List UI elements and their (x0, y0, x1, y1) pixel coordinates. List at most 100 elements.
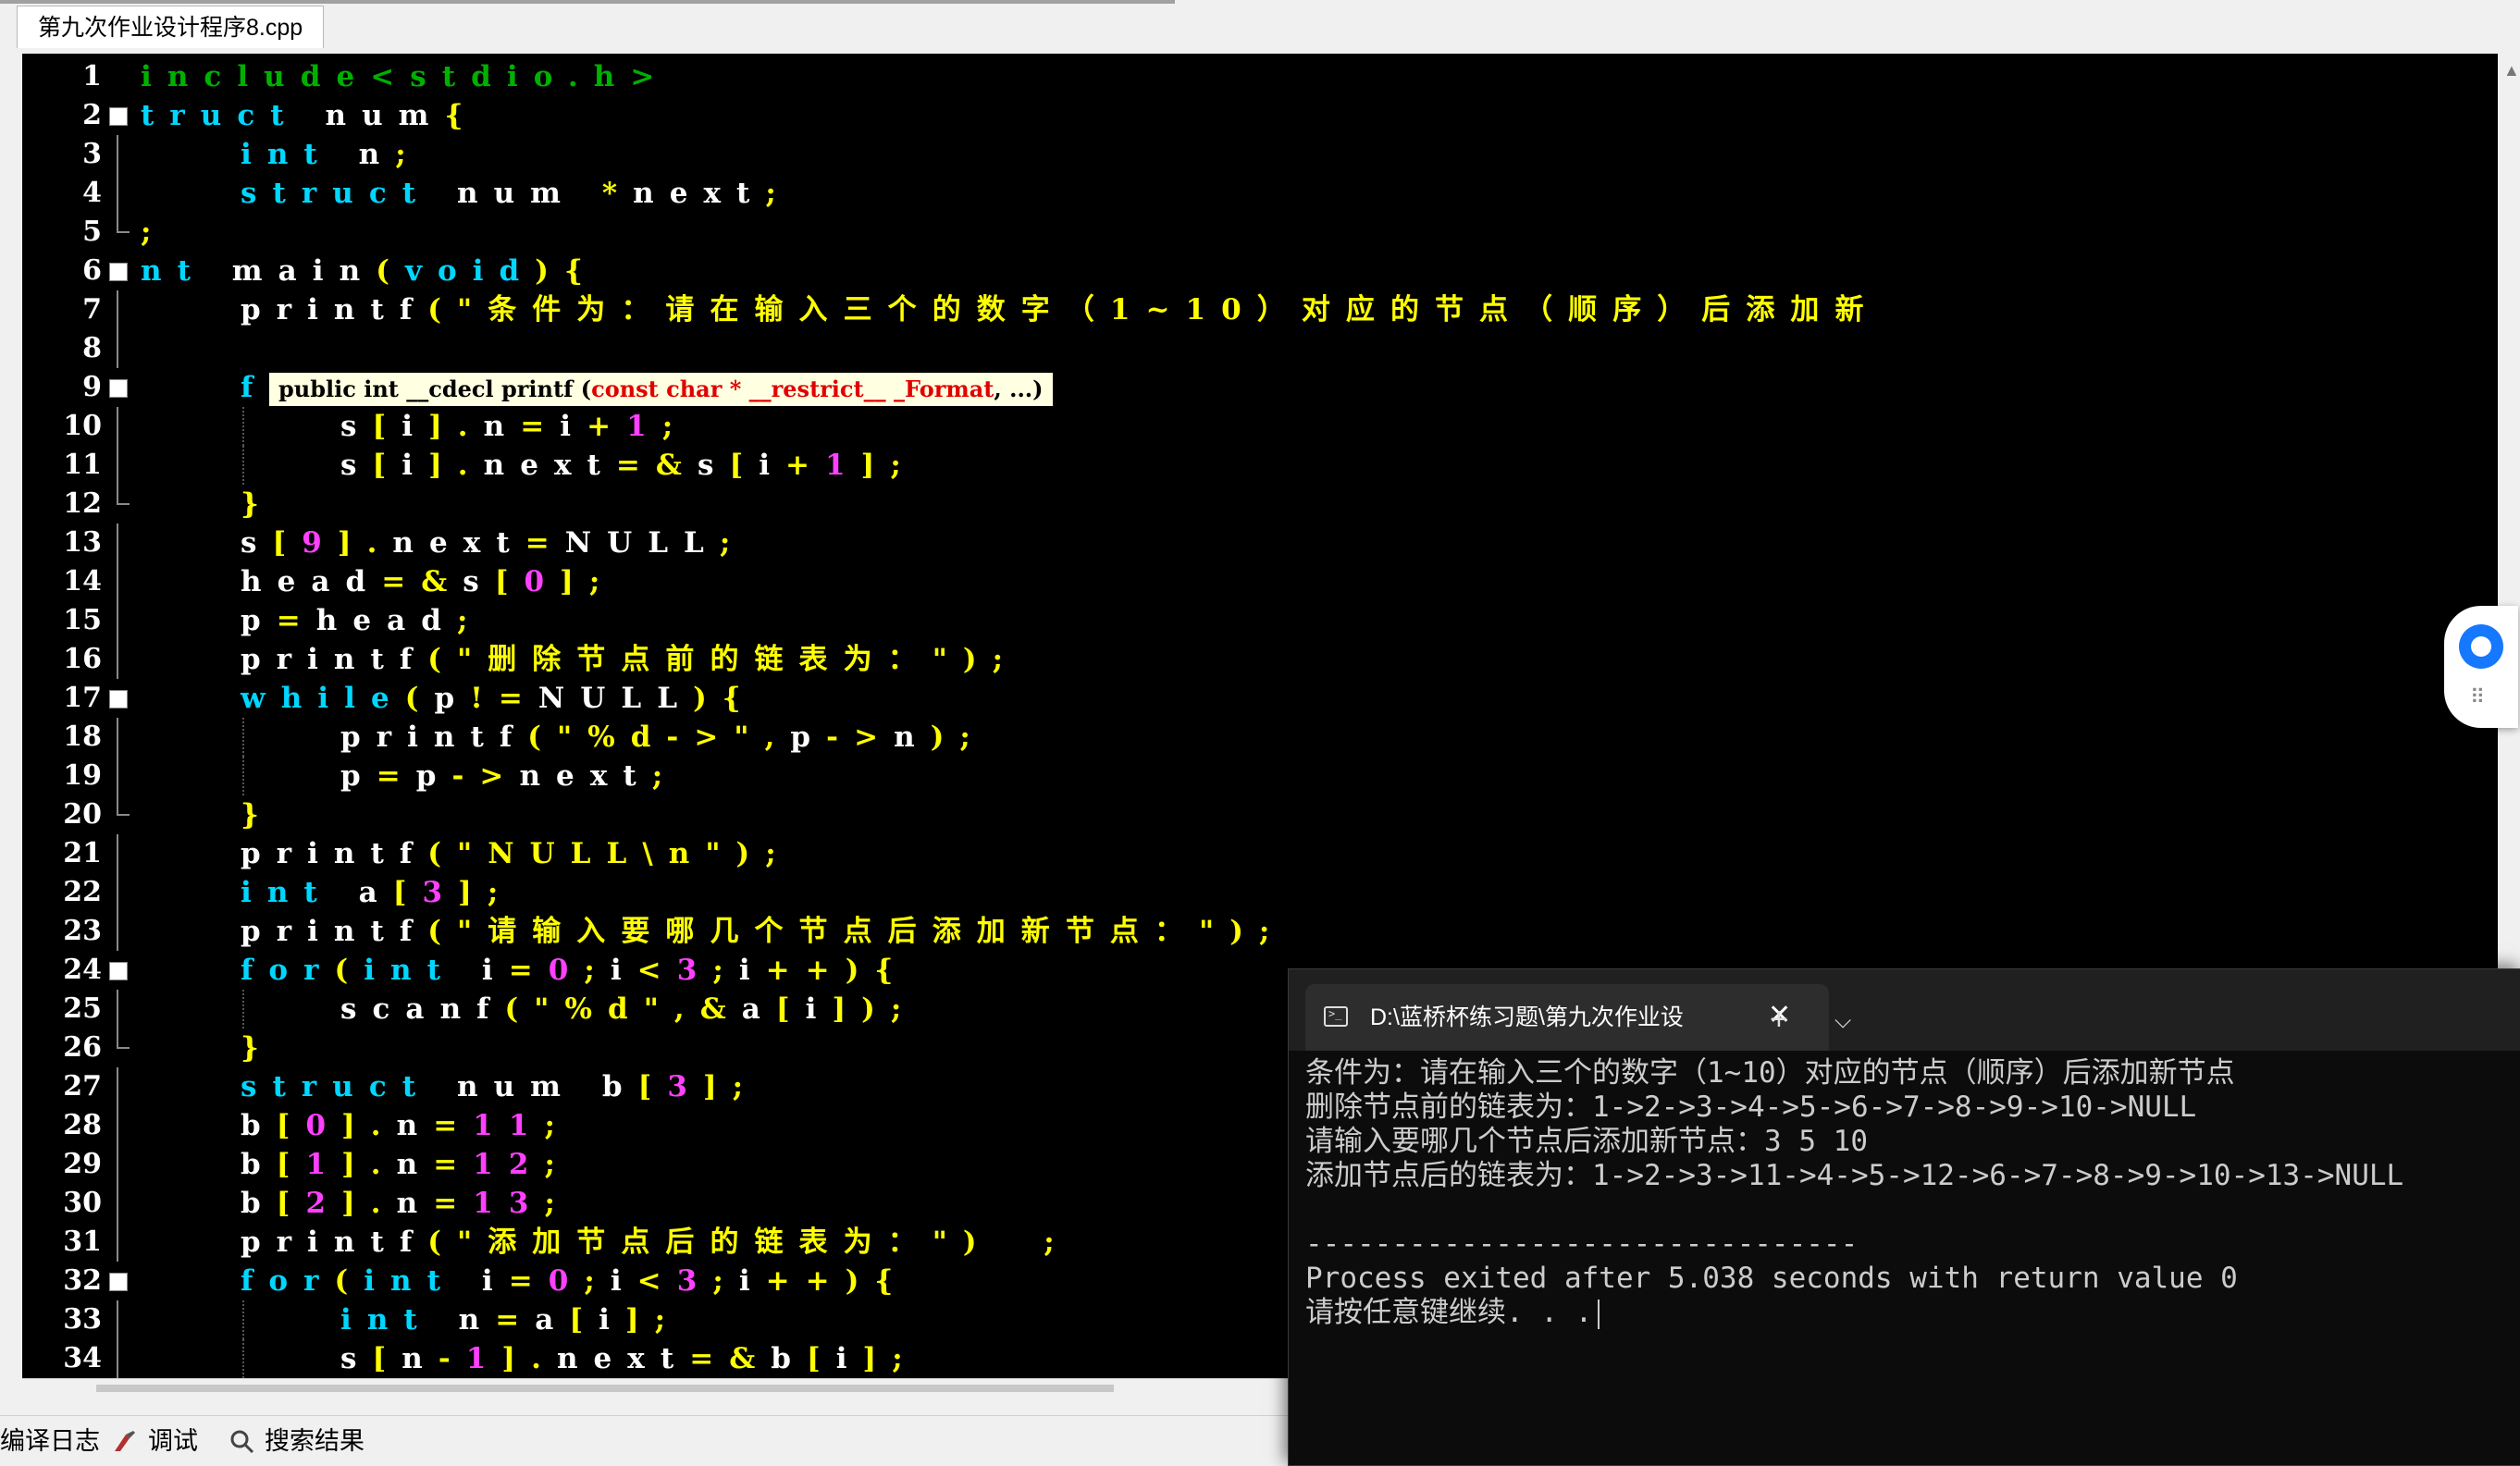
code-token: ]. (341, 1109, 397, 1142)
code-line[interactable]: 11 s[i].next=&s[i+1]; (22, 446, 2498, 485)
code-token: i (738, 954, 766, 987)
tab-debug[interactable]: 调试 (111, 1422, 198, 1460)
assistant-icon[interactable] (2459, 624, 2503, 669)
code-line[interactable]: 3 int n; (22, 135, 2498, 174)
new-tab-button[interactable]: + (1770, 1001, 1788, 1038)
code-token: [ (372, 410, 402, 443)
code-token: ]. (341, 1187, 397, 1220)
code-token: = (376, 759, 416, 793)
drag-grip-icon[interactable]: ⠿ (2470, 685, 2485, 709)
code-line[interactable]: 17 while(p!=NULL){ (22, 679, 2498, 718)
code-text: nt main(void){ (141, 252, 599, 290)
code-token: i (610, 954, 637, 987)
code-text: s[i].next=&s[i+1]; (340, 446, 917, 485)
line-number: 3 (82, 138, 102, 170)
terminal-line: 请输入要哪几个节点后添加新节点：3 5 10 (1305, 1125, 1868, 1158)
code-line[interactable]: 19 p=p->next; (22, 757, 2498, 795)
code-token: next (633, 177, 766, 210)
fold-toggle-icon[interactable] (109, 379, 128, 398)
code-text: include<stdio.h> (141, 57, 670, 96)
code-token: ++){ (765, 1264, 909, 1298)
horizontal-scroll-thumb[interactable] (96, 1385, 1114, 1392)
file-tab[interactable]: 第九次作业设计程序8.cpp (17, 6, 325, 48)
fold-toggle-icon[interactable] (109, 1273, 128, 1291)
code-token: b (241, 1148, 277, 1181)
line-number: 26 (63, 1031, 102, 1064)
code-token: ( (404, 682, 435, 715)
code-line[interactable]: 13 s[9].next=NULL; (22, 524, 2498, 562)
code-line[interactable]: 1 include<stdio.h> (22, 57, 2498, 96)
code-token: printf (241, 915, 428, 948)
code-text: printf("NULL\n"); (241, 834, 792, 873)
code-token: i (599, 1303, 625, 1337)
fold-toggle-icon[interactable] (109, 107, 128, 126)
code-token: n (396, 1187, 434, 1220)
code-line[interactable]: 12} (22, 485, 2498, 524)
code-line[interactable]: 14 head=&s[0]; (22, 562, 2498, 601)
code-token: ; (141, 216, 167, 249)
code-token: ]; (458, 876, 514, 909)
fold-toggle-icon[interactable] (109, 690, 128, 708)
line-number: 20 (63, 798, 102, 831)
code-token: next (483, 449, 616, 482)
code-text: ; (141, 213, 167, 252)
code-token: i (738, 1264, 766, 1298)
terminal-tab[interactable]: D:\蓝桥杯练习题\第九次作业设 ✕ (1305, 984, 1829, 1051)
code-token: [ (276, 1148, 306, 1181)
line-number: 12 (63, 487, 102, 520)
code-line[interactable]: 16 printf("删除节点前的链表为："); (22, 640, 2498, 679)
code-token: [ (807, 1342, 836, 1375)
code-token: 3 (422, 876, 459, 909)
code-line[interactable]: 20} (22, 795, 2498, 834)
floating-assistant-widget[interactable]: ⠿ (2444, 606, 2518, 728)
code-line[interactable]: 8 (22, 329, 2498, 368)
code-line[interactable]: 18 printf("%d->",p->n); (22, 718, 2498, 757)
code-text: for(int i=0;i<3;i++){ (241, 1262, 908, 1300)
code-token: a (535, 1303, 570, 1337)
debug-icon (115, 1431, 135, 1451)
code-token: } (241, 798, 275, 832)
code-token: 1 (626, 410, 662, 443)
code-line[interactable]: 21 printf("NULL\n"); (22, 834, 2498, 873)
code-token: ("请输入要哪几个节点后添加新节点："); (427, 915, 1286, 948)
fold-toggle-icon[interactable] (109, 263, 128, 281)
code-token: 2 (305, 1187, 342, 1220)
code-line[interactable]: 4 struct num *next; (22, 174, 2498, 213)
tab-dropdown-icon[interactable]: ⌵ (1834, 1003, 1851, 1040)
tab-search-results-label: 搜索结果 (265, 1427, 364, 1455)
scroll-up-arrow-icon[interactable]: ▲ (2503, 61, 2520, 80)
code-token: < (636, 1264, 677, 1298)
fold-guide (117, 290, 118, 329)
fold-guide (117, 1067, 118, 1106)
fold-guide (117, 329, 118, 368)
code-line[interactable]: 15 p=head; (22, 601, 2498, 640)
terminal-output[interactable]: 条件为：请在输入三个的数字（1~10）对应的节点（顺序）后添加新节点 删除节点前… (1305, 1056, 2517, 1330)
tab-compile-log[interactable]: 编译日志 (0, 1422, 100, 1460)
code-line[interactable]: 6 nt main(void){ (22, 252, 2498, 290)
terminal-window[interactable]: D:\蓝桥杯练习题\第九次作业设 ✕ + ⌵ 条件为：请在输入三个的数字（1~1… (1288, 968, 2520, 1466)
tab-search-results[interactable]: 搜索结果 (228, 1422, 364, 1460)
code-token: [ (272, 526, 303, 560)
code-token: ; (457, 604, 484, 637)
code-line[interactable]: 22 int a[3]; (22, 873, 2498, 912)
code-token: 13 (473, 1187, 545, 1220)
code-text: b[0].n=11; (241, 1106, 571, 1145)
code-line[interactable]: 23 printf("请输入要哪几个节点后添加新节点："); (22, 912, 2498, 951)
code-token: i (401, 410, 429, 443)
terminal-line: 条件为：请在输入三个的数字（1~10）对应的节点（顺序）后添加新节点 (1305, 1056, 2235, 1090)
code-line[interactable]: 5; (22, 213, 2498, 252)
code-token: s (340, 410, 373, 443)
code-token: } (241, 487, 275, 521)
line-number: 18 (63, 721, 102, 753)
code-token: [ (372, 1342, 402, 1375)
code-token: ( (334, 954, 364, 987)
fold-toggle-icon[interactable] (109, 962, 128, 980)
editor-horizontal-scrollbar[interactable] (22, 1378, 1299, 1398)
code-line[interactable]: 2 truct num{ (22, 96, 2498, 135)
code-token: ){ (693, 682, 757, 715)
code-line[interactable]: 10 s[i].n=i+1; (22, 407, 2498, 446)
code-token: num b (431, 1070, 638, 1103)
code-token: = (508, 1264, 549, 1298)
code-line[interactable]: 7 printf("条件为：请在输入三个的数字（1~10）对应的节点（顺序）后添加… (22, 290, 2498, 329)
fold-guide (117, 718, 118, 757)
